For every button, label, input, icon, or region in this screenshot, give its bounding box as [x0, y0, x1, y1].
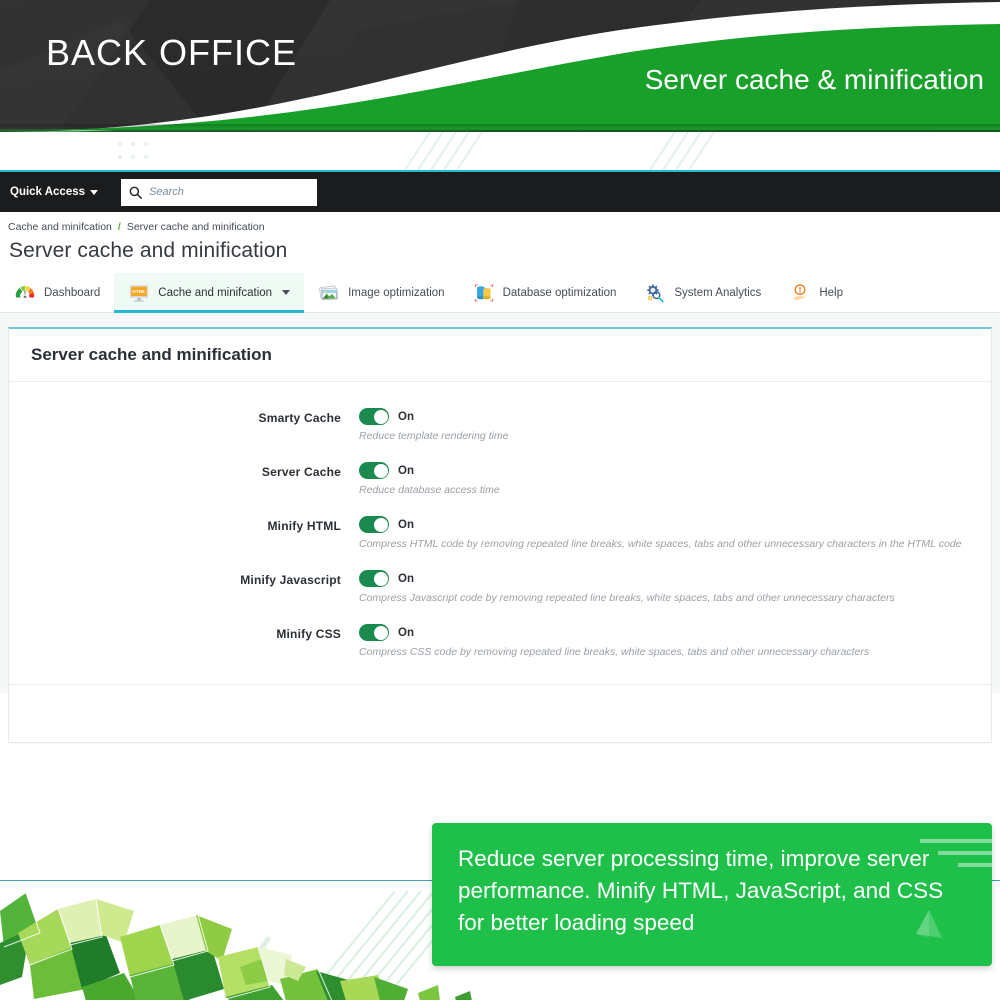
- quick-access-label: Quick Access: [10, 186, 85, 198]
- field-control: On Compress CSS code by removing repeate…: [341, 624, 869, 658]
- hatch-strip: [0, 132, 1000, 170]
- field-hint: Compress Javascript code by removing rep…: [359, 592, 895, 604]
- quick-access-menu[interactable]: Quick Access: [10, 186, 98, 198]
- hatch-artwork: [0, 132, 1000, 170]
- form-row-minify-css: Minify CSS On Compress CSS code by remov…: [9, 624, 991, 658]
- gauge-icon: [14, 282, 36, 304]
- tab-label: Dashboard: [44, 287, 100, 299]
- tab-label: Image optimization: [348, 287, 445, 299]
- promo-banner: BACK OFFICE Server cache & minification: [0, 0, 1000, 132]
- tab-help[interactable]: Help: [775, 273, 857, 312]
- search-box[interactable]: [121, 179, 317, 206]
- toggle-state-label: On: [398, 411, 414, 423]
- gear-magnifier-icon: [644, 282, 666, 304]
- help-info-icon: [789, 282, 811, 304]
- switch-line: On: [359, 462, 500, 479]
- html-monitor-icon: HTML: [128, 282, 150, 304]
- page-title: Server cache and minification: [0, 235, 1000, 273]
- screenshot-root: BACK OFFICE Server cache & minification: [0, 0, 1000, 1000]
- field-control: On Reduce template rendering time: [341, 408, 508, 442]
- toggle-state-label: On: [398, 627, 414, 639]
- content-area: Server cache and minification Smarty Cac…: [0, 313, 1000, 693]
- tab-label: Help: [819, 287, 843, 299]
- field-hint: Reduce template rendering time: [359, 430, 508, 442]
- tab-label: Database optimization: [503, 287, 617, 299]
- top-nav-bar: Quick Access: [0, 172, 1000, 212]
- tab-system-analytics[interactable]: System Analytics: [630, 273, 775, 312]
- smarty-cache-toggle[interactable]: [359, 408, 389, 425]
- breadcrumb-current: Server cache and minification: [127, 221, 265, 233]
- field-label: Server Cache: [9, 462, 341, 479]
- switch-line: On: [359, 516, 962, 533]
- toggle-state-label: On: [398, 519, 414, 531]
- switch-line: On: [359, 624, 869, 641]
- toggle-knob: [374, 464, 388, 478]
- tab-label: Cache and minifcation: [158, 287, 272, 299]
- toggle-knob: [374, 410, 388, 424]
- database-icon: [473, 282, 495, 304]
- breadcrumb-parent[interactable]: Cache and minifcation: [8, 221, 112, 233]
- field-label: Minify Javascript: [9, 570, 341, 587]
- form-row-minify-javascript: Minify Javascript On Compress Javascript…: [9, 570, 991, 604]
- field-control: On Compress Javascript code by removing …: [341, 570, 895, 604]
- toggle-state-label: On: [398, 465, 414, 477]
- field-control: On Compress HTML code by removing repeat…: [341, 516, 962, 550]
- form-row-minify-html: Minify HTML On Compress HTML code by rem…: [9, 516, 991, 550]
- toggle-knob: [374, 572, 388, 586]
- tab-cache-and-minification[interactable]: HTML Cache and minifcation: [114, 273, 304, 312]
- field-label: Smarty Cache: [9, 408, 341, 425]
- field-label: Minify HTML: [9, 516, 341, 533]
- panel-title: Server cache and minification: [9, 329, 991, 382]
- panel-footer: [9, 684, 991, 742]
- switch-line: On: [359, 408, 508, 425]
- form-row-smarty-cache: Smarty Cache On Reduce template renderin…: [9, 408, 991, 442]
- search-icon-glyph: [129, 186, 142, 199]
- server-cache-toggle[interactable]: [359, 462, 389, 479]
- switch-line: On: [359, 570, 895, 587]
- search-input[interactable]: [149, 179, 317, 206]
- panel-body: Smarty Cache On Reduce template renderin…: [9, 382, 991, 684]
- breadcrumb-separator: /: [118, 221, 121, 233]
- tab-bar: Dashboard HTML Cache and minifcation: [0, 273, 1000, 313]
- field-hint: Reduce database access time: [359, 484, 500, 496]
- minify-javascript-toggle[interactable]: [359, 570, 389, 587]
- photos-icon: [318, 282, 340, 304]
- banner-subtitle: Server cache & minification: [645, 64, 984, 96]
- toggle-state-label: On: [398, 573, 414, 585]
- tab-image-optimization[interactable]: Image optimization: [304, 273, 459, 312]
- svg-text:HTML: HTML: [133, 289, 146, 295]
- tab-dashboard[interactable]: Dashboard: [0, 273, 114, 312]
- field-label: Minify CSS: [9, 624, 341, 641]
- settings-panel: Server cache and minification Smarty Cac…: [8, 327, 992, 743]
- field-hint: Compress HTML code by removing repeated …: [359, 538, 962, 550]
- breadcrumb: Cache and minifcation / Server cache and…: [0, 212, 1000, 235]
- field-hint: Compress CSS code by removing repeated l…: [359, 646, 869, 658]
- toggle-knob: [374, 518, 388, 532]
- minify-css-toggle[interactable]: [359, 624, 389, 641]
- toggle-knob: [374, 626, 388, 640]
- promo-callout: Reduce server processing time, improve s…: [432, 823, 992, 966]
- back-office-screenshot: Quick Access Cache and minifcation / Ser…: [0, 170, 1000, 880]
- chevron-down-icon: [282, 290, 290, 295]
- search-icon: [121, 186, 149, 199]
- caret-down-icon: [90, 190, 98, 195]
- field-control: On Reduce database access time: [341, 462, 500, 496]
- tab-label: System Analytics: [674, 287, 761, 299]
- form-row-server-cache: Server Cache On Reduce database access t…: [9, 462, 991, 496]
- banner-title: BACK OFFICE: [46, 32, 297, 74]
- tab-database-optimization[interactable]: Database optimization: [459, 273, 631, 312]
- callout-text: Reduce server processing time, improve s…: [458, 843, 966, 939]
- minify-html-toggle[interactable]: [359, 516, 389, 533]
